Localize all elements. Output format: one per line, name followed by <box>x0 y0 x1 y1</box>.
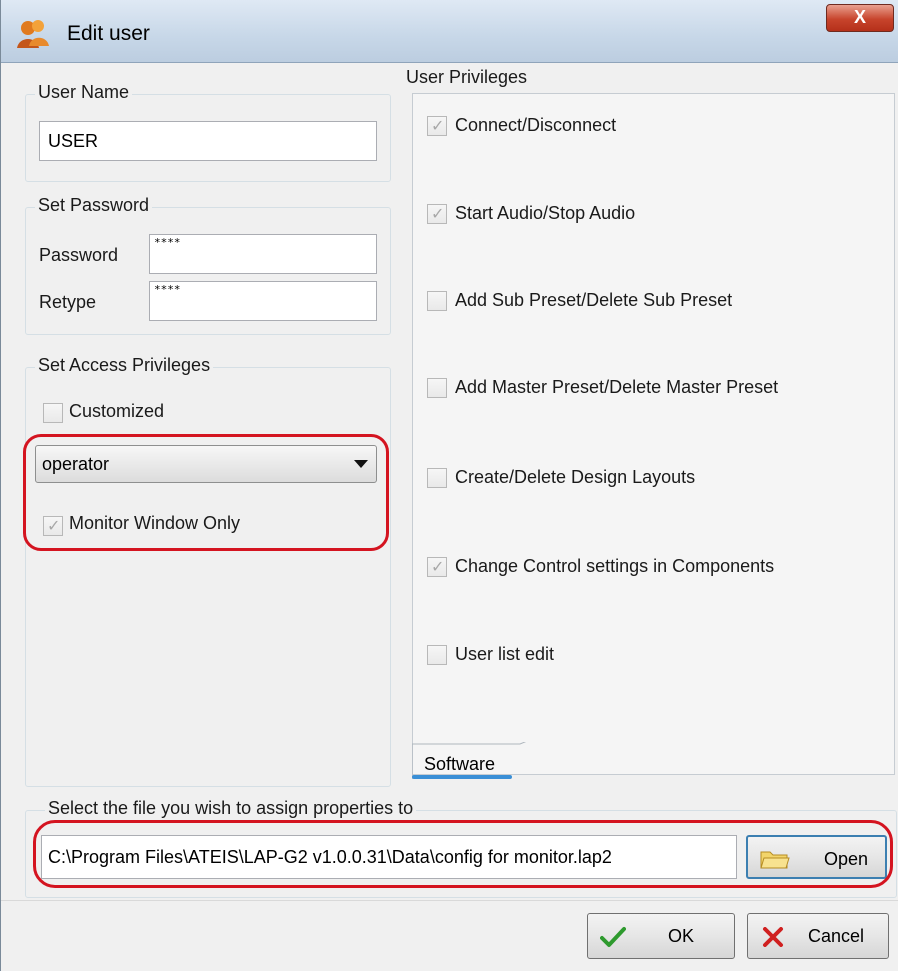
dropdown-arrow-icon <box>354 460 368 468</box>
privilege-checkbox[interactable] <box>427 378 447 398</box>
privilege-label: Create/Delete Design Layouts <box>455 467 696 487</box>
privilege-label: Start Audio/Stop Audio <box>455 203 636 223</box>
set-password-group-label: Set Password <box>35 195 153 216</box>
privilege-label: Add Sub Preset/Delete Sub Preset <box>455 290 733 310</box>
file-path-input[interactable]: C:\Program Files\ATEIS\LAP-G2 v1.0.0.31\… <box>41 835 737 879</box>
cancel-button-label: Cancel <box>808 926 865 946</box>
customized-label: Customized <box>69 401 165 421</box>
user-privileges-label: User Privileges <box>406 67 528 87</box>
access-privileges-group-label: Set Access Privileges <box>35 355 214 376</box>
privilege-checkbox[interactable] <box>427 557 447 577</box>
password-label: Password <box>39 245 119 265</box>
privilege-checkbox[interactable] <box>427 116 447 136</box>
user-name-group-label: User Name <box>35 82 133 103</box>
cancel-x-icon <box>763 927 783 947</box>
privilege-label: Add Master Preset/Delete Master Preset <box>455 377 779 397</box>
privilege-checkbox[interactable] <box>427 645 447 665</box>
checkmark-icon <box>600 927 626 947</box>
retype-label: Retype <box>39 292 97 312</box>
role-select[interactable]: operator <box>35 445 377 483</box>
access-privileges-group <box>25 367 391 787</box>
tab-active-indicator <box>412 775 512 779</box>
folder-icon <box>760 851 790 869</box>
open-button[interactable]: Open <box>746 835 887 879</box>
cancel-button[interactable]: Cancel <box>747 913 889 959</box>
monitor-window-only-label: Monitor Window Only <box>69 513 241 533</box>
tab-software[interactable]: Software <box>412 742 527 779</box>
privilege-label: User list edit <box>455 644 555 664</box>
user-name-input[interactable]: USER <box>39 121 377 161</box>
user-privileges-panel: Connect/Disconnect Start Audio/Stop Audi… <box>412 93 895 775</box>
ok-button-label: OK <box>668 926 695 946</box>
ok-button[interactable]: OK <box>587 913 735 959</box>
password-field[interactable]: **** <box>149 234 377 274</box>
window-title: Edit user <box>67 22 150 45</box>
title-bar: Edit user X <box>1 0 898 63</box>
users-app-icon <box>17 20 49 48</box>
retype-password-field[interactable]: **** <box>149 281 377 321</box>
privilege-label: Change Control settings in Components <box>455 556 775 576</box>
privilege-checkbox[interactable] <box>427 204 447 224</box>
privilege-checkbox[interactable] <box>427 291 447 311</box>
close-icon: X <box>853 7 866 27</box>
tab-software-label: Software <box>424 754 496 774</box>
monitor-window-only-checkbox[interactable] <box>43 516 63 536</box>
file-select-group-label: Select the file you wish to assign prope… <box>45 798 417 819</box>
privilege-checkbox[interactable] <box>427 468 447 488</box>
footer-divider <box>1 900 898 901</box>
customized-checkbox[interactable] <box>43 403 63 423</box>
edit-user-dialog: Edit user X User Name USER Set Password … <box>0 0 898 971</box>
privilege-label: Connect/Disconnect <box>455 115 617 135</box>
close-button[interactable]: X <box>826 4 894 32</box>
open-button-label: Open <box>824 849 869 869</box>
role-select-value: operator <box>42 454 110 474</box>
